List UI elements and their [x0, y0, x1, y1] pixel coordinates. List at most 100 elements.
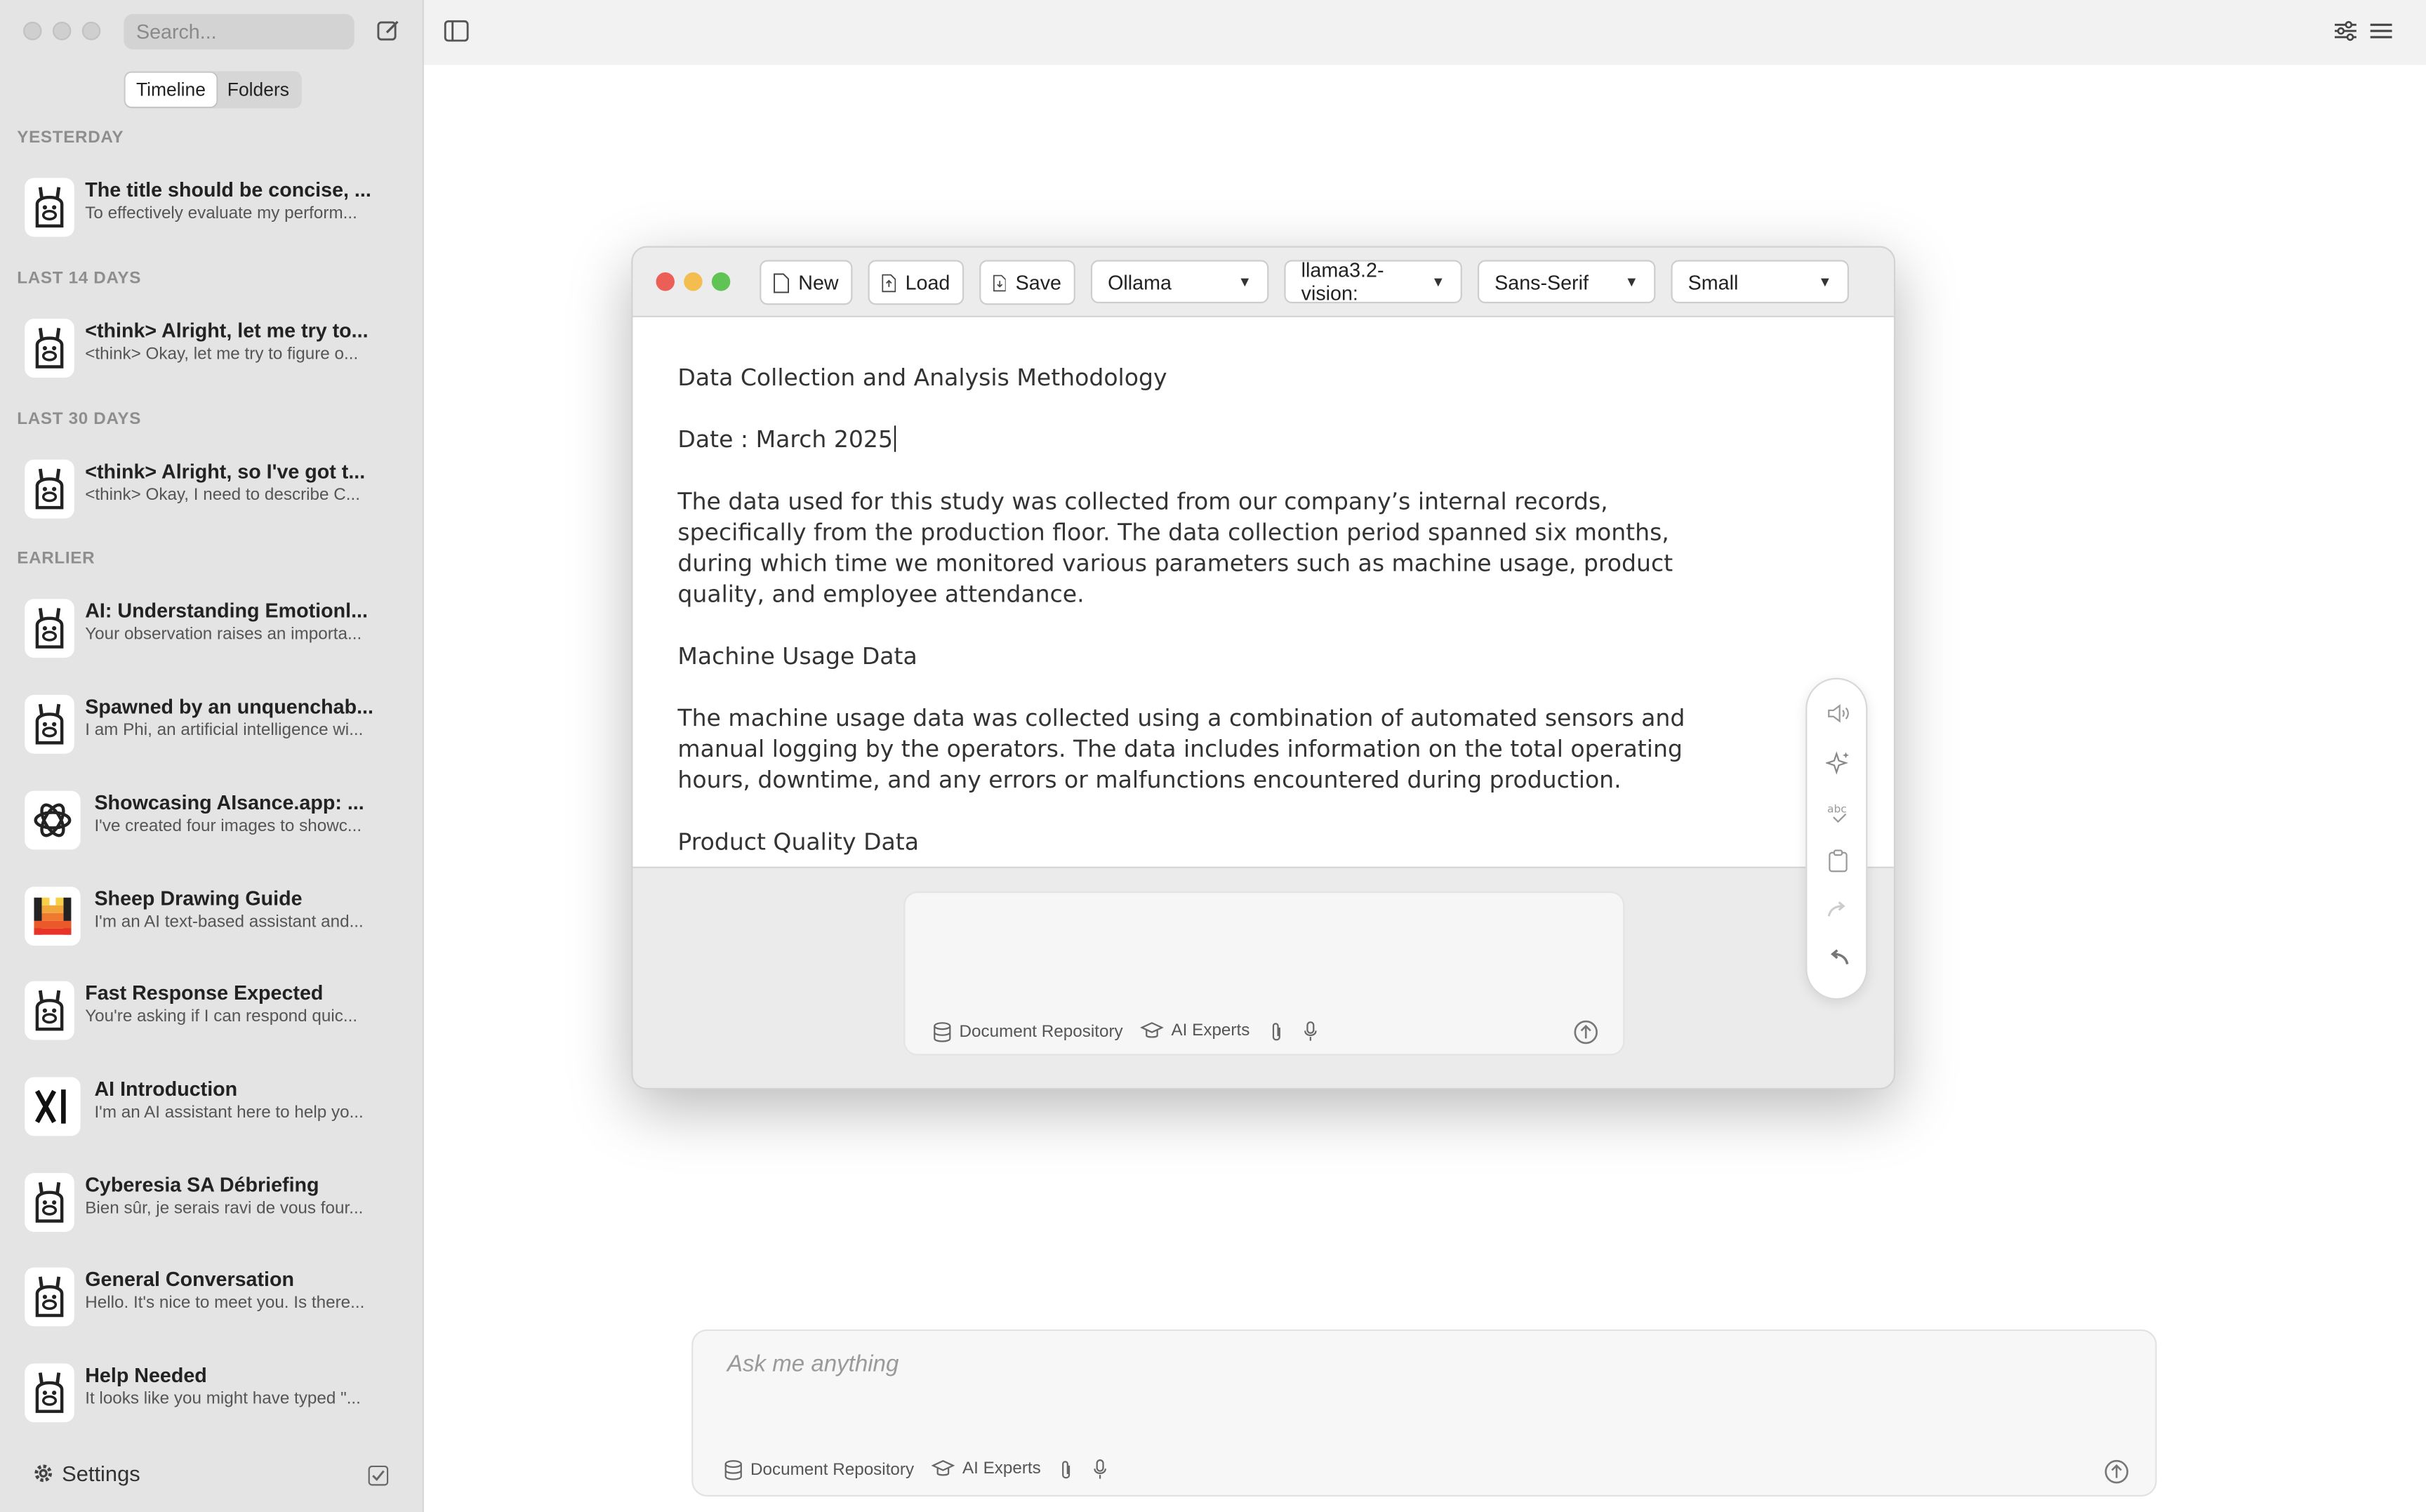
- floating-tool-palette: abc: [1805, 677, 1868, 1000]
- sidebar-toggle-icon[interactable]: [444, 20, 469, 42]
- chevron-down-icon: ▼: [1431, 274, 1445, 290]
- doc-subheading: Product Quality Data: [677, 828, 920, 856]
- document-text-area[interactable]: Data Collection and Analysis Methodology…: [632, 317, 1894, 868]
- conversation-snippet: To effectively evaluate my perform...: [85, 204, 357, 223]
- settings-button[interactable]: Settings: [32, 1461, 140, 1486]
- conversation-title: General Conversation: [85, 1267, 295, 1291]
- conversation-snippet: It looks like you might have typed "...: [85, 1389, 361, 1409]
- sparkles-icon[interactable]: [1825, 750, 1850, 775]
- save-button[interactable]: Save: [979, 260, 1075, 305]
- close-button[interactable]: [23, 21, 42, 41]
- tab-folders[interactable]: Folders: [216, 73, 300, 107]
- chat-input-placeholder: Ask me anything: [727, 1351, 899, 1378]
- size-select-value: Small: [1688, 270, 1739, 293]
- conversation-title: AI Introduction: [94, 1077, 238, 1101]
- document-repository-button[interactable]: Document Repository: [724, 1459, 915, 1481]
- conversation-title: The title should be concise, ...: [85, 178, 371, 201]
- conversation-snippet: Your observation raises an importa...: [85, 625, 362, 644]
- conversation-item[interactable]: Showcasing AIsance.app: ... I've created …: [25, 788, 396, 858]
- conversation-item[interactable]: General Conversation Hello. It's nice to …: [25, 1264, 396, 1335]
- conversation-item[interactable]: Help Needed It looks like you might have …: [25, 1360, 396, 1431]
- conversation-item[interactable]: <think> Alright, let me try to... <think>…: [25, 316, 396, 387]
- svg-text:abc: abc: [1827, 802, 1847, 815]
- ai-experts-button[interactable]: AI Experts: [1140, 1021, 1250, 1040]
- conversation-item[interactable]: AI: Understanding Emotionl... Your observ…: [25, 596, 396, 667]
- speaker-icon[interactable]: [1826, 701, 1850, 726]
- chat-input[interactable]: Ask me anything Document Repository AI E…: [691, 1329, 2157, 1497]
- menu-icon[interactable]: [2368, 20, 2393, 42]
- select-conversations-icon[interactable]: [368, 1465, 389, 1486]
- group-label: LAST 14 DAYS: [17, 269, 142, 289]
- editor-toolbar: New Load Save Ollama ▼ llama3.2-vision:: [632, 247, 1894, 317]
- send-icon[interactable]: [1574, 1020, 1598, 1045]
- conversation-item[interactable]: <think> Alright, so I've got t... <think>…: [25, 456, 396, 527]
- llama-icon: [25, 459, 74, 519]
- editor-chat-input[interactable]: Document Repository AI Experts: [903, 891, 1625, 1056]
- editor-close-button[interactable]: [656, 272, 675, 291]
- new-button-label: New: [798, 270, 839, 294]
- settings-label: Settings: [62, 1461, 140, 1486]
- group-label: LAST 30 DAYS: [17, 410, 142, 429]
- conversation-item[interactable]: AI Introduction I'm an AI assistant here …: [25, 1074, 396, 1145]
- zoom-button[interactable]: [81, 21, 101, 41]
- minimize-button[interactable]: [52, 21, 72, 41]
- llama-icon: [25, 599, 74, 658]
- conversation-title: AI: Understanding Emotionl...: [85, 599, 368, 623]
- sliders-icon[interactable]: [2333, 20, 2358, 42]
- font-select-value: Sans-Serif: [1494, 270, 1589, 293]
- conversation-snippet: <think> Okay, I need to describe C...: [85, 486, 360, 505]
- provider-select-value: Ollama: [1108, 270, 1172, 293]
- ai-experts-label: AI Experts: [1171, 1021, 1250, 1040]
- document-repository-label: Document Repository: [959, 1023, 1123, 1042]
- compose-icon[interactable]: [376, 18, 401, 43]
- size-select[interactable]: Small ▼: [1671, 260, 1849, 304]
- document-repository-button[interactable]: Document Repository: [933, 1021, 1123, 1043]
- new-document-icon: [774, 272, 790, 293]
- new-button[interactable]: New: [760, 260, 853, 305]
- conversation-title: <think> Alright, let me try to...: [85, 319, 369, 343]
- llama-icon: [25, 1363, 74, 1423]
- model-select[interactable]: llama3.2-vision: ▼: [1284, 258, 1462, 305]
- main-toolbar: [423, 0, 2426, 65]
- undo-icon[interactable]: [1826, 946, 1850, 970]
- load-button[interactable]: Load: [868, 260, 965, 305]
- view-segmented-control: Timeline Folders: [124, 71, 302, 109]
- conversation-snippet: I am Phi, an artificial intelligence wi.…: [85, 721, 364, 740]
- spellcheck-icon[interactable]: abc: [1826, 800, 1850, 825]
- redo-icon[interactable]: [1826, 898, 1850, 922]
- conversation-snippet: I've created four images to showc...: [94, 817, 362, 836]
- editor-minimize-button[interactable]: [684, 272, 703, 291]
- conversation-title: Showcasing AIsance.app: ...: [94, 790, 364, 814]
- editor-zoom-button[interactable]: [711, 272, 731, 291]
- doc-paragraph: The machine usage data was collected usi…: [677, 704, 1685, 795]
- microphone-icon[interactable]: [1094, 1459, 1106, 1480]
- group-label: YESTERDAY: [17, 128, 124, 147]
- graduation-cap-icon: [931, 1460, 955, 1476]
- search-input[interactable]: Search...: [124, 13, 354, 50]
- ai-experts-button[interactable]: AI Experts: [931, 1459, 1041, 1478]
- chevron-down-icon: ▼: [1817, 274, 1832, 290]
- paperclip-icon[interactable]: [1268, 1021, 1284, 1043]
- conversation-title: Spawned by an unquenchab...: [85, 694, 373, 718]
- chevron-down-icon: ▼: [1238, 274, 1252, 290]
- clipboard-icon[interactable]: [1826, 848, 1850, 873]
- font-select[interactable]: Sans-Serif ▼: [1477, 260, 1656, 304]
- save-button-label: Save: [1015, 270, 1062, 294]
- conversation-item[interactable]: Fast Response Expected You're asking if I…: [25, 978, 396, 1049]
- load-button-label: Load: [905, 270, 950, 294]
- paperclip-icon[interactable]: [1059, 1459, 1074, 1481]
- provider-select[interactable]: Ollama ▼: [1090, 260, 1269, 304]
- doc-paragraph: The data used for this study was collect…: [677, 487, 1673, 609]
- conversation-item[interactable]: Cyberesia SA Débriefing Bien sûr, je sera…: [25, 1170, 396, 1241]
- doc-heading: Data Collection and Analysis Methodology: [677, 364, 1167, 392]
- conversation-item[interactable]: Sheep Drawing Guide I'm an AI text-based …: [25, 884, 396, 955]
- llama-icon: [25, 1267, 74, 1327]
- conversation-item[interactable]: Spawned by an unquenchab... I am Phi, an …: [25, 692, 396, 763]
- send-icon[interactable]: [2104, 1459, 2129, 1484]
- tab-timeline[interactable]: Timeline: [125, 72, 217, 107]
- microphone-icon[interactable]: [1304, 1021, 1317, 1042]
- llama-icon: [25, 981, 74, 1040]
- document-repository-label: Document Repository: [750, 1461, 915, 1480]
- conversation-item[interactable]: The title should be concise, ... To effec…: [25, 175, 396, 246]
- conversation-snippet: I'm an AI assistant here to help yo...: [94, 1103, 364, 1122]
